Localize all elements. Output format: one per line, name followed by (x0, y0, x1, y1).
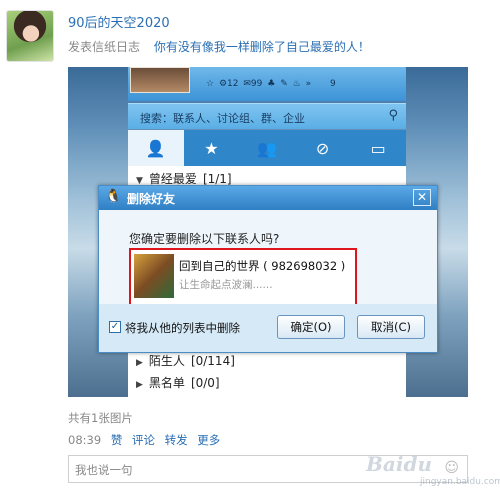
search-placeholder: 搜索：联系人、讨论组、群、企业 (140, 112, 305, 125)
more-icon: » (305, 79, 312, 89)
favorites-tab-icon: ★ (204, 138, 219, 158)
baidu-watermark-logo: Baidu (366, 452, 432, 476)
user-avatar[interactable] (6, 10, 54, 62)
qq-search-bar: 搜索：联系人、讨论组、群、企业 ⚲ (128, 103, 406, 129)
dialog-titlebar: 🐧 删除好友 ✕ (99, 186, 437, 210)
contact-card: 回到自己的世界 ( 982698032 ) 让生命起点波澜...... (129, 248, 357, 306)
confirm-question: 您确定要删除以下联系人吗? (129, 232, 280, 246)
screenshot-image[interactable]: ☆ ⚙12 ✉99 ♣ ✎ ♨ » 9 搜索：联系人、讨论组、群、企业 ⚲ 👤 … (68, 67, 468, 397)
emoji-icon[interactable]: ☺ (444, 460, 459, 476)
delete-friend-dialog: 🐧 删除好友 ✕ 您确定要删除以下联系人吗? 回到自己的世界 ( 9826980… (98, 185, 438, 353)
box-count: 9 (329, 79, 336, 89)
comment-link[interactable]: 评论 (132, 433, 155, 447)
contact-avatar (134, 254, 174, 298)
collapse-arrow-icon: ▶ (136, 358, 143, 368)
post-time: 08:39 (68, 433, 102, 447)
qq-tabs: 👤 ★ 👥 ⊘ ▭ (128, 130, 406, 166)
dialog-footer: ✓ 将我从他的列表中删除 确定(O) 取消(C) (99, 304, 437, 352)
qq-avatar (130, 67, 190, 93)
image-count: 共有1张图片 (68, 411, 133, 425)
dialog-title: 删除好友 (127, 192, 176, 206)
username-link[interactable]: 90后的天空2020 (68, 12, 170, 31)
ok-button: 确定(O) (277, 315, 345, 339)
qq-status-icons: ☆ ⚙12 ✉99 ♣ ✎ ♨ » 9 (206, 79, 338, 89)
clover-icon: ♣ (267, 79, 276, 89)
mail-icon: ✉99 (243, 79, 263, 89)
search-icon: ⚲ (388, 108, 398, 123)
post-header: 发表信纸日志 你有没有像我一样删除了自己最爱的人！ (68, 38, 370, 55)
forward-link[interactable]: 转发 (165, 433, 188, 447)
remove-from-list-checkbox: ✓ (109, 321, 121, 333)
collapse-arrow-icon: ▶ (136, 380, 143, 390)
group-row: ▶ 黑名单 [0/0] (136, 376, 220, 390)
discover-tab-icon: ⊘ (315, 138, 330, 158)
comment-placeholder: 我也说一句 (75, 463, 133, 477)
groups-tab-icon: 👥 (257, 138, 277, 158)
post-title-link[interactable]: 你有没有像我一样删除了自己最爱的人！ (154, 40, 370, 54)
like-link[interactable]: 赞 (111, 433, 123, 447)
contacts-tab-icon: 👤 (128, 130, 184, 166)
close-icon: ✕ (413, 189, 431, 206)
post-source: 发表信纸日志 (68, 40, 141, 54)
chat-tab-icon: ▭ (370, 138, 386, 158)
star-icon: ☆ (206, 79, 215, 89)
contact-status: 让生命起点波澜...... (179, 279, 273, 291)
checkbox-label: 将我从他的列表中删除 (125, 321, 240, 335)
more-link[interactable]: 更多 (197, 433, 220, 447)
edit-icon: ✎ (280, 79, 288, 89)
contact-name: 回到自己的世界 ( 982698032 ) (179, 259, 346, 273)
dialog-body: 您确定要删除以下联系人吗? 回到自己的世界 ( 982698032 ) 让生命起… (99, 210, 437, 306)
cancel-button: 取消(C) (357, 315, 425, 339)
baidu-watermark-url: jingyan.baidu.com (420, 477, 500, 487)
group-row: ▶ 陌生人 [0/114] (136, 354, 235, 368)
post-actions: 08:39 赞 评论 转发 更多 (68, 432, 220, 448)
apps-icon: ⚙12 (218, 79, 239, 89)
qq-penguin-icon: 🐧 (105, 189, 122, 204)
wallet-icon: ♨ (292, 79, 301, 89)
